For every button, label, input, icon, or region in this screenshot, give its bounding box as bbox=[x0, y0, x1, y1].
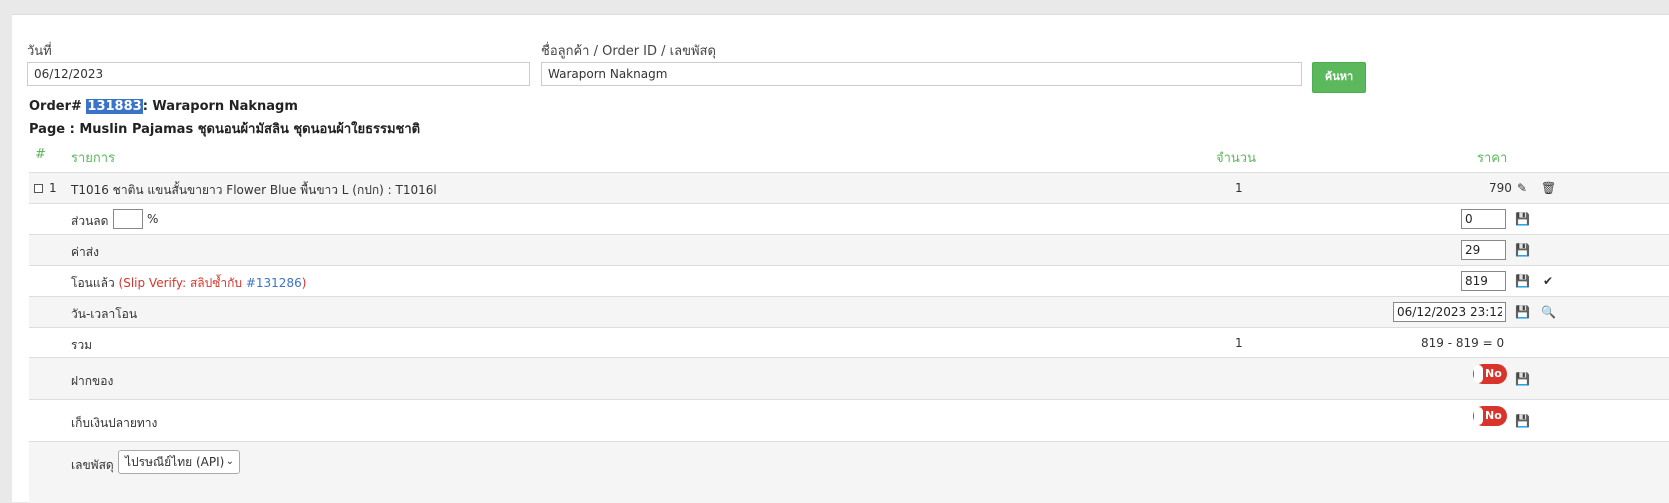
toggle-knob bbox=[1474, 365, 1483, 383]
customer-search-label: ชื่อลูกค้า / Order ID / เลขพัสดุ bbox=[541, 44, 716, 59]
carrier-select-value: ไปรษณีย์ไทย (API) bbox=[125, 455, 225, 469]
col-item-header: รายการ bbox=[71, 151, 116, 166]
item-checkbox[interactable] bbox=[34, 184, 43, 193]
floppy-icon[interactable]: 💾 bbox=[1515, 372, 1530, 386]
cod-toggle-label: No bbox=[1485, 409, 1502, 422]
customer-search-input[interactable] bbox=[541, 62, 1302, 86]
table-row-deposit: ฝากของ No 💾 bbox=[29, 357, 1669, 400]
pencil-icon[interactable]: ✎ bbox=[1515, 181, 1529, 195]
table-row-cod: เก็บเงินปลายทาง No 💾 bbox=[29, 399, 1669, 442]
order-prefix: Order# bbox=[29, 99, 82, 114]
check-icon[interactable]: ✔ bbox=[1541, 274, 1555, 288]
tracking-label: เลขพัสดุ bbox=[71, 458, 114, 472]
search-icon[interactable]: 🔍 bbox=[1541, 305, 1556, 319]
date-label: วันที่ bbox=[27, 44, 52, 59]
table-row-shipping: ค่าส่ง 💾 bbox=[29, 234, 1669, 266]
floppy-icon[interactable]: 💾 bbox=[1515, 243, 1530, 257]
shipping-label: ค่าส่ง bbox=[71, 245, 99, 259]
floppy-icon[interactable]: 💾 bbox=[1515, 414, 1530, 428]
deposit-toggle[interactable]: No bbox=[1473, 364, 1507, 384]
order-panel: วันที่ ชื่อลูกค้า / Order ID / เลขพัสดุ … bbox=[12, 14, 1669, 503]
table-row-transferred: โอนแล้ว (Slip Verify: สลิปซ้ำกับ #131286… bbox=[29, 265, 1669, 297]
table-row-transfer-time: วัน-เวลาโอน 💾 🔍 bbox=[29, 296, 1669, 328]
toggle-knob bbox=[1474, 407, 1483, 425]
col-price-header: ราคา bbox=[1477, 151, 1508, 166]
transferred-input[interactable] bbox=[1461, 271, 1506, 291]
floppy-icon[interactable]: 💾 bbox=[1515, 274, 1530, 288]
transfer-time-input[interactable] bbox=[1393, 302, 1506, 322]
item-num: 1 bbox=[49, 181, 57, 195]
cod-toggle[interactable]: No bbox=[1473, 406, 1507, 426]
order-customer: : Waraporn Naknagm bbox=[142, 99, 298, 114]
table-row-item: 1 T1016 ชาติน แขนสั้นขายาว Flower Blue พ… bbox=[29, 172, 1669, 204]
total-calc: 819 - 819 = 0 bbox=[1421, 336, 1505, 350]
item-qty: 1 bbox=[1235, 181, 1243, 195]
discount-percent-input[interactable] bbox=[113, 209, 143, 229]
discount-label: ส่วนลด bbox=[71, 214, 109, 228]
slip-verify-close: ) bbox=[301, 276, 307, 290]
floppy-icon[interactable]: 💾 bbox=[1515, 305, 1530, 319]
carrier-select[interactable]: ไปรษณีย์ไทย (API) ⌄ bbox=[118, 450, 240, 474]
page-line: Page : Muslin Pajamas ชุดนอนผ้ามัสลิน ชุ… bbox=[29, 122, 421, 137]
order-title: Order# 131883: Waraporn Naknagm bbox=[29, 99, 298, 114]
col-qty-header: จำนวน bbox=[1216, 151, 1256, 166]
chevron-down-icon: ⌄ bbox=[225, 456, 234, 467]
table-row-tracking: เลขพัสดุ ไปรษณีย์ไทย (API) ⌄ bbox=[29, 441, 1669, 503]
date-input[interactable] bbox=[27, 62, 530, 86]
search-button[interactable]: ค้นหา bbox=[1312, 62, 1366, 93]
transferred-label: โอนแล้ว (Slip Verify: สลิปซ้ำกับ #131286… bbox=[71, 274, 306, 293]
floppy-icon[interactable]: 💾 bbox=[1515, 212, 1530, 226]
slip-verify-link[interactable]: #131286 bbox=[246, 276, 302, 290]
transfer-time-label: วัน-เวลาโอน bbox=[71, 307, 138, 321]
percent-sign: % bbox=[147, 212, 159, 226]
shipping-input[interactable] bbox=[1461, 240, 1506, 260]
item-name: T1016 ชาติน แขนสั้นขายาว Flower Blue พื้… bbox=[71, 183, 437, 197]
item-price: 790 bbox=[1489, 181, 1512, 195]
transferred-text: โอนแล้ว bbox=[71, 276, 115, 290]
order-id[interactable]: 131883 bbox=[86, 99, 143, 114]
trash-icon[interactable]: 🗑 bbox=[1541, 181, 1556, 195]
total-qty: 1 bbox=[1235, 336, 1243, 350]
deposit-toggle-label: No bbox=[1485, 367, 1502, 380]
table-row-discount: ส่วนลด % 💾 bbox=[29, 203, 1669, 235]
slip-verify-text: (Slip Verify: สลิปซ้ำกับ bbox=[118, 276, 243, 290]
total-label: รวม bbox=[71, 338, 93, 352]
deposit-label: ฝากของ bbox=[71, 374, 114, 388]
cod-label: เก็บเงินปลายทาง bbox=[71, 416, 158, 430]
discount-value-input[interactable] bbox=[1461, 209, 1506, 229]
table-row-total: รวม 1 819 - 819 = 0 bbox=[29, 327, 1669, 358]
col-num-header: # bbox=[35, 147, 46, 162]
top-strip bbox=[0, 0, 1669, 14]
